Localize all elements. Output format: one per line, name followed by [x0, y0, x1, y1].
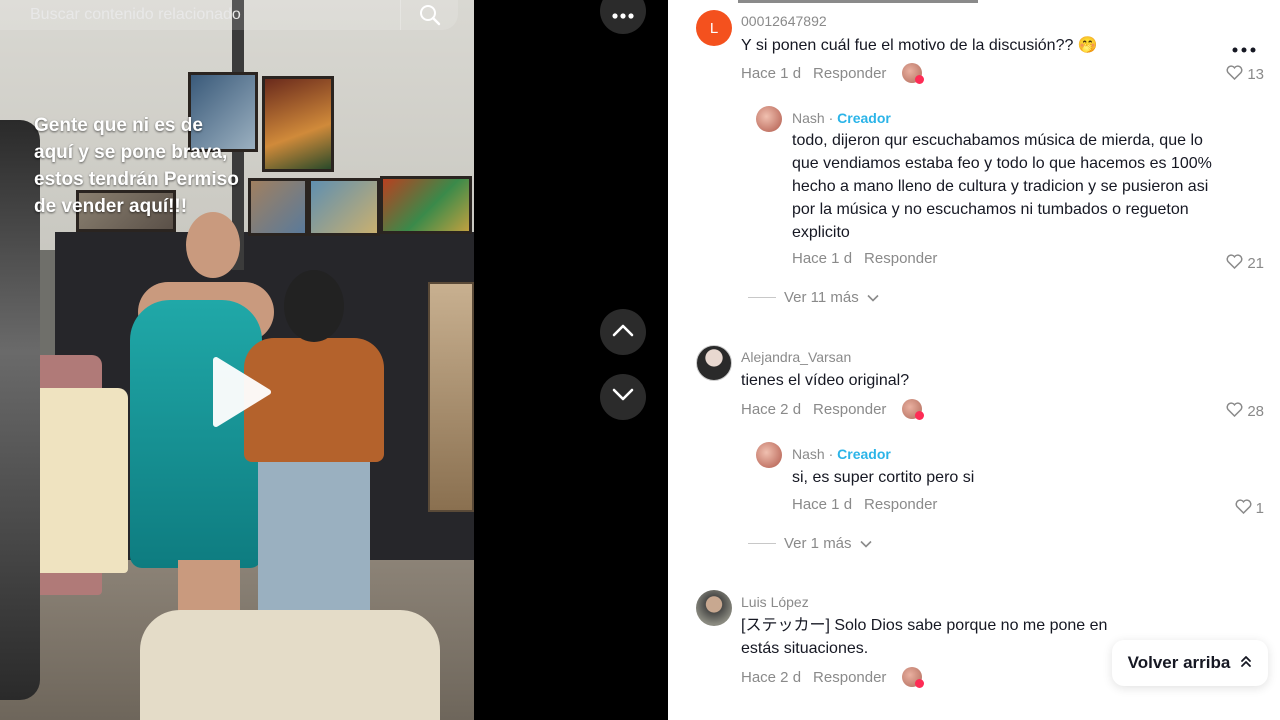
reply-username[interactable]: Nash [792, 446, 825, 462]
comment-time: Hace 1 d [792, 496, 853, 513]
like-button[interactable]: 21 [1226, 254, 1264, 273]
heart-icon [1235, 499, 1252, 518]
avatar[interactable] [756, 106, 782, 132]
comment-text: Y si ponen cuál fue el motivo de la disc… [741, 37, 1098, 54]
video-frame-painting [308, 178, 380, 236]
video-frame-painting [380, 176, 472, 234]
view-more-replies-button[interactable]: Ver 1 más [748, 535, 872, 552]
video-frame-person [130, 300, 262, 568]
comment-time: Hace 2 d [741, 668, 802, 686]
like-count: 1 [1255, 500, 1264, 517]
more-options-button[interactable] [600, 0, 646, 34]
like-button[interactable]: 1 [1235, 499, 1264, 518]
comments-panel[interactable]: L 00012647892 Y si ponen cuál fue el mot… [668, 0, 1280, 720]
chevron-down-icon [859, 535, 872, 552]
avatar[interactable] [696, 590, 732, 626]
divider [748, 297, 776, 298]
view-more-label: Ver 1 más [784, 535, 852, 552]
reply-button[interactable]: Responder [864, 250, 937, 267]
comment-username[interactable]: 00012647892 [741, 13, 827, 29]
like-count: 13 [1247, 66, 1264, 83]
heart-icon [1226, 254, 1243, 273]
heart-icon [1226, 402, 1243, 421]
comment-time: Hace 2 d [741, 400, 802, 418]
reply-button[interactable]: Responder [813, 401, 886, 418]
comment-username[interactable]: Alejandra_Varsan [741, 349, 851, 365]
chevron-down-icon [867, 289, 879, 306]
search-input[interactable]: Buscar contenido relacionado [0, 6, 400, 24]
comment-meta: Hace 1 d Responder [792, 496, 937, 513]
like-button[interactable]: 13 [1226, 65, 1264, 84]
like-count: 21 [1247, 255, 1264, 272]
divider [748, 543, 776, 544]
creator-badge: Creador [837, 446, 891, 462]
comment-text: [ステッカー] Solo Dios sabe porque no me pone… [741, 617, 1108, 657]
comment-text: tienes el vídeo original? [741, 372, 910, 389]
creator-liked-avatar [902, 399, 925, 420]
play-icon[interactable] [208, 356, 272, 428]
reply-button[interactable]: Responder [813, 65, 886, 82]
comment-meta: Hace 1 d Responder [741, 63, 925, 84]
back-to-top-label: Volver arriba [1127, 653, 1231, 672]
avatar[interactable] [696, 345, 732, 381]
video-frame-foreground [140, 610, 440, 720]
comment-text: todo, dijeron qur escuchabamos música de… [792, 132, 1212, 241]
chevron-up-icon [612, 323, 634, 342]
caption-line: Gente que ni es de [34, 115, 203, 136]
comment-text: si, es super cortito pero si [792, 469, 975, 486]
comment-time: Hace 1 d [792, 250, 853, 267]
comment-options-button[interactable] [1232, 40, 1256, 58]
video-frame-easel [428, 282, 474, 512]
creator-liked-avatar [902, 667, 925, 688]
comment-username[interactable]: Luis López [741, 594, 809, 610]
caption-line: de vender aquí!!! [34, 196, 188, 217]
double-chevron-up-icon [1240, 653, 1252, 673]
video-player[interactable]: Buscar contenido relacionado Gente que n… [0, 0, 474, 720]
caption-line: estos tendrán Permiso [34, 169, 239, 190]
comment-meta: Hace 2 d Responder [741, 667, 925, 688]
search-icon[interactable] [400, 0, 458, 30]
comment-meta: Hace 2 d Responder [741, 399, 925, 420]
comment-meta: Hace 1 d Responder [792, 250, 937, 267]
back-to-top-button[interactable]: Volver arriba [1112, 640, 1268, 686]
next-video-button[interactable] [600, 374, 646, 420]
creator-liked-avatar [902, 63, 925, 84]
like-count: 28 [1247, 403, 1264, 420]
creator-badge: Creador [837, 110, 891, 126]
video-frame-person [284, 270, 344, 342]
like-button[interactable]: 28 [1226, 402, 1264, 421]
more-dots-icon [1232, 40, 1256, 57]
heart-icon [1226, 65, 1243, 84]
comment-username[interactable]: Nash · Creador [792, 446, 891, 462]
view-more-replies-button[interactable]: Ver 11 más [748, 289, 879, 306]
avatar-letter: L [709, 19, 719, 37]
avatar[interactable] [756, 442, 782, 468]
video-caption-overlay: Gente que ni es de aquí y se pone brava,… [34, 112, 314, 220]
comment-username[interactable]: Nash · Creador [792, 110, 891, 126]
caption-line: aquí y se pone brava, [34, 142, 228, 163]
view-more-label: Ver 11 más [784, 289, 859, 306]
reply-button[interactable]: Responder [813, 669, 886, 686]
reply-username[interactable]: Nash [792, 110, 825, 126]
reply-button[interactable]: Responder [864, 496, 937, 513]
more-dots-icon [611, 0, 635, 29]
avatar[interactable]: L [696, 10, 732, 46]
video-frame-person [186, 212, 240, 278]
search-bar[interactable]: Buscar contenido relacionado [0, 0, 458, 30]
scroll-indicator [738, 0, 978, 3]
chevron-down-icon [612, 388, 634, 407]
previous-video-button[interactable] [600, 309, 646, 355]
comment-time: Hace 1 d [741, 64, 802, 82]
